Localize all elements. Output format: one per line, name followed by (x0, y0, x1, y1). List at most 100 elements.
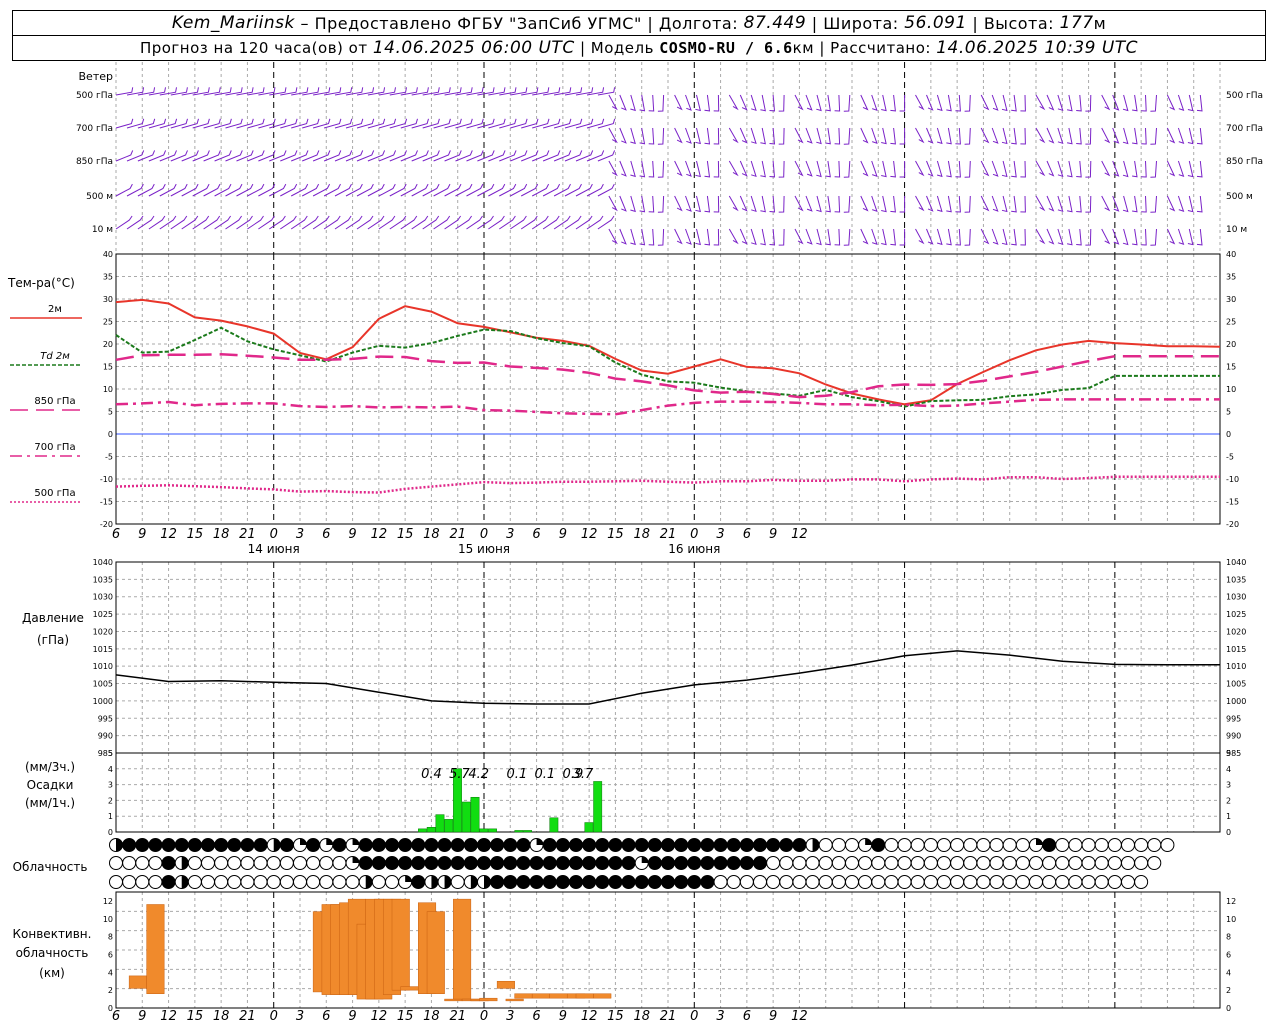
precip-bar (488, 828, 497, 833)
wind-barb (955, 160, 961, 178)
precip-bar (435, 814, 445, 833)
wind-barb (1166, 195, 1176, 212)
cloud-circle (963, 875, 978, 889)
cloud-circle (1121, 838, 1135, 852)
precip-total: 5.7 (449, 767, 470, 782)
wind-barb (871, 160, 878, 178)
cloud-symbol (700, 838, 715, 852)
cloud-circle (253, 856, 268, 870)
cloud-circle (818, 875, 833, 889)
wind-barb (1067, 127, 1073, 145)
y-tick-label-right: 1000 (1226, 697, 1246, 706)
cloud-circle (174, 838, 189, 852)
cloud-circle (753, 875, 767, 889)
cloud-circle (779, 856, 794, 870)
cloud-symbol (109, 875, 123, 889)
y-tick-label: 10 (103, 385, 113, 394)
cloud-circle (766, 875, 781, 889)
wind-barb (860, 228, 869, 245)
wind-barb (881, 160, 887, 178)
cloud-symbol (411, 875, 426, 889)
wind-barb (1011, 94, 1017, 112)
cloud-symbol (542, 875, 557, 889)
cloud-circle (266, 856, 281, 870)
precip-bar (461, 801, 471, 833)
conv-bar (146, 904, 165, 994)
cloud-symbol (845, 856, 859, 870)
cloud-circle (490, 838, 505, 852)
cloud-symbol (1068, 856, 1083, 870)
cloud-symbol (661, 875, 675, 889)
cloud-symbol (187, 875, 202, 889)
precip-bar (593, 781, 603, 833)
cloud-symbol (135, 856, 150, 870)
wind-barb (499, 87, 517, 96)
wind-barb (1067, 195, 1073, 213)
y-tick-label-right: 35 (1226, 273, 1236, 282)
wind-barb (685, 228, 692, 245)
cloud-circle (542, 875, 557, 889)
wind-barb (1067, 160, 1073, 178)
cloud-symbol (450, 875, 465, 889)
cloud-symbol (674, 875, 689, 889)
y-tick-label-right: 1010 (1226, 662, 1246, 671)
wind-barb (728, 127, 739, 144)
y-tick-label: 995 (98, 714, 113, 723)
cloud-symbol (989, 838, 1004, 852)
cloud-circle (937, 875, 951, 889)
cloud-circle (687, 838, 702, 852)
cloud-circle (463, 838, 478, 852)
wind-barb (1046, 195, 1055, 212)
cloud-symbol (569, 875, 583, 889)
y-tick-label: 5 (108, 408, 113, 417)
cloud-circle (555, 875, 570, 889)
cloud-symbol (739, 875, 754, 889)
y-tick-label: 1 (108, 812, 113, 821)
y-tick-label: -5 (105, 453, 113, 462)
cloud-circle (937, 856, 951, 870)
y-tick-label-right: 40 (1226, 250, 1236, 259)
wind-barb (713, 160, 720, 178)
cloud-fill (536, 838, 544, 845)
cloud-circle (279, 838, 294, 852)
wind-barb (356, 87, 375, 96)
cloud-circle (634, 875, 649, 889)
wind-barb (1141, 228, 1147, 246)
wind-barb (695, 160, 701, 178)
cloud-symbol (595, 856, 610, 870)
cloud-circle (332, 856, 347, 870)
cloud-circle (792, 838, 807, 852)
cloud-symbol (976, 838, 991, 852)
cloud-circle (1015, 875, 1030, 889)
cloud-symbol (424, 875, 439, 889)
cloud-circle (516, 838, 531, 852)
temp-legend-title: Тем-ра(°С) (7, 276, 75, 290)
cloud-symbol (871, 875, 886, 889)
cloud-circle (805, 856, 820, 870)
cloud-fill (181, 856, 189, 870)
cloud-symbol (477, 875, 491, 889)
wind-barb (619, 228, 627, 245)
y-tick-label: -15 (100, 498, 113, 507)
cloud-symbol (753, 838, 767, 852)
wind-barb (769, 228, 776, 246)
y-tick-label-right: 1005 (1226, 680, 1246, 689)
conv-bar (496, 980, 515, 989)
wind-barb (1150, 127, 1157, 145)
cloud-circle (148, 838, 163, 852)
y-tick-label-right: 0 (1226, 430, 1231, 439)
wind-barb (794, 195, 804, 212)
wind-barb (915, 160, 925, 177)
cloud-circle (569, 875, 583, 889)
cloud-symbol (358, 838, 373, 852)
cloud-symbol (937, 856, 951, 870)
cloud-fill (444, 875, 452, 889)
cloud-symbol (831, 838, 846, 852)
cloud-circle (884, 875, 899, 889)
wind-barb (980, 94, 990, 111)
cloud-circle (503, 856, 518, 870)
wind-barb (1101, 127, 1111, 144)
x-tick-label: 15 (187, 527, 204, 542)
cloud-symbol (227, 838, 242, 852)
cloud-symbol (779, 838, 794, 852)
